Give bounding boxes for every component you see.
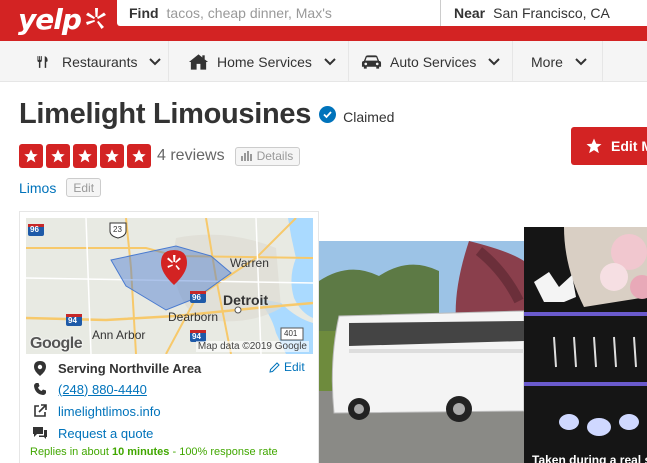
photo-caption: Taken during a real s (532, 453, 647, 463)
map-label-detroit: Detroit (223, 292, 269, 308)
find-field[interactable]: Find tacos, cheap dinner, Max's (117, 0, 441, 26)
rating-star-icon (127, 144, 151, 168)
near-label: Near (454, 5, 486, 21)
phone-row: (248) 880-4440 (32, 380, 147, 398)
request-quote-link[interactable]: Request a quote (58, 426, 153, 441)
map-label-warren: Warren (230, 256, 269, 270)
claimed-label[interactable]: Claimed (343, 109, 394, 125)
map-label-ann-arbor: Ann Arbor (92, 328, 146, 342)
house-icon (188, 53, 209, 70)
near-field[interactable]: Near San Francisco, CA (441, 0, 647, 26)
nav-item-auto-services[interactable]: Auto Services (349, 41, 513, 82)
rating-star-icon (73, 144, 97, 168)
edit-button-label: Edit M (611, 138, 647, 154)
nav-item-home-services[interactable]: Home Services (169, 41, 349, 82)
map-attribution[interactable]: Map data ©2019 Google (195, 341, 309, 352)
external-link-icon (32, 403, 48, 419)
car-icon (361, 54, 382, 69)
nav-label-home-services: Home Services (217, 53, 312, 70)
serving-edit-link[interactable]: Edit (269, 360, 305, 374)
business-header: Limelight Limousines Claimed (19, 98, 394, 131)
serving-area-row: Serving Northville Area (32, 359, 201, 377)
nav-label-more: More (531, 53, 563, 70)
shield-label-94-lower: 94 (192, 332, 201, 341)
chevron-down-icon (149, 57, 162, 65)
map-label-dearborn: Dearborn (168, 310, 219, 324)
serving-area-text: Serving Northville Area (58, 360, 202, 376)
shield-label-23: 23 (113, 225, 122, 234)
yelp-logo[interactable]: yelp (18, 2, 109, 36)
yelp-burst-icon (85, 8, 106, 29)
category-row: Limos Edit (19, 178, 102, 197)
chevron-down-icon (324, 57, 336, 65)
search-bar: Find tacos, cheap dinner, Max's Near San… (117, 0, 647, 26)
website-row: limelightlimos.info (32, 402, 161, 420)
map-card: 96 23 96 94 94 401 Warren Detroit Dearbo… (19, 211, 319, 463)
phone-icon (32, 381, 48, 397)
edit-link-label: Edit (284, 360, 305, 374)
near-input[interactable]: San Francisco, CA (493, 5, 610, 21)
review-count[interactable]: 4 reviews (157, 147, 225, 165)
logo-text: yelp (18, 2, 82, 36)
limo-interior-image (524, 227, 647, 463)
top-header: yelp Find tacos, cheap dinner, Max's Nea… (0, 0, 647, 41)
rating-row: 4 reviews Details (19, 144, 301, 168)
verified-check-icon (319, 106, 337, 123)
response-time-text: Replies in about 10 minutes - 100% respo… (30, 446, 278, 458)
shield-label-96-lower: 96 (192, 293, 201, 302)
response-prefix: Replies in about (30, 446, 112, 458)
nav-item-restaurants[interactable]: Restaurants (0, 41, 169, 82)
pencil-icon (269, 361, 280, 373)
location-pin-icon (32, 360, 48, 376)
shield-label-96: 96 (30, 225, 39, 234)
response-rate: - 100% response rate (169, 446, 278, 458)
details-button[interactable]: Details (234, 146, 301, 166)
business-photo-limo-interior[interactable]: Taken during a real s (524, 227, 647, 463)
rating-star-icon (100, 144, 124, 168)
fork-knife-icon (37, 55, 48, 68)
quote-row: Request a quote (32, 424, 153, 442)
shield-label-94: 94 (68, 316, 77, 325)
rating-star-icon (46, 144, 70, 168)
bar-chart-icon (240, 151, 252, 161)
star-icon (586, 138, 602, 154)
page-title: Limelight Limousines (19, 98, 312, 130)
response-time: 10 minutes (111, 446, 170, 458)
shield-label-401: 401 (284, 329, 298, 338)
star-rating (19, 144, 154, 168)
category-nav: Restaurants Home Services Auto Services … (0, 41, 647, 82)
google-logo: Google (30, 335, 83, 352)
chevron-down-icon (488, 57, 501, 65)
find-input[interactable]: tacos, cheap dinner, Max's (167, 5, 332, 21)
business-photo-limo-bus[interactable] (319, 241, 524, 463)
nav-label-auto-services: Auto Services (390, 53, 477, 70)
nav-item-more[interactable]: More (513, 41, 603, 82)
limo-bus-image (319, 241, 524, 463)
chat-bubble-icon (32, 425, 48, 441)
rating-star-icon (19, 144, 43, 168)
find-label: Find (129, 5, 159, 21)
phone-link[interactable]: (248) 880-4440 (58, 382, 147, 397)
edit-business-button[interactable]: Edit M (571, 127, 647, 165)
category-link[interactable]: Limos (19, 180, 56, 196)
details-label: Details (256, 149, 294, 163)
website-link[interactable]: limelightlimos.info (58, 404, 161, 419)
map-canvas (26, 218, 313, 354)
nav-label-restaurants: Restaurants (62, 53, 138, 70)
map[interactable]: 96 23 96 94 94 401 Warren Detroit Dearbo… (26, 218, 313, 354)
category-edit-button[interactable]: Edit (66, 178, 102, 197)
chevron-down-icon (575, 57, 587, 65)
